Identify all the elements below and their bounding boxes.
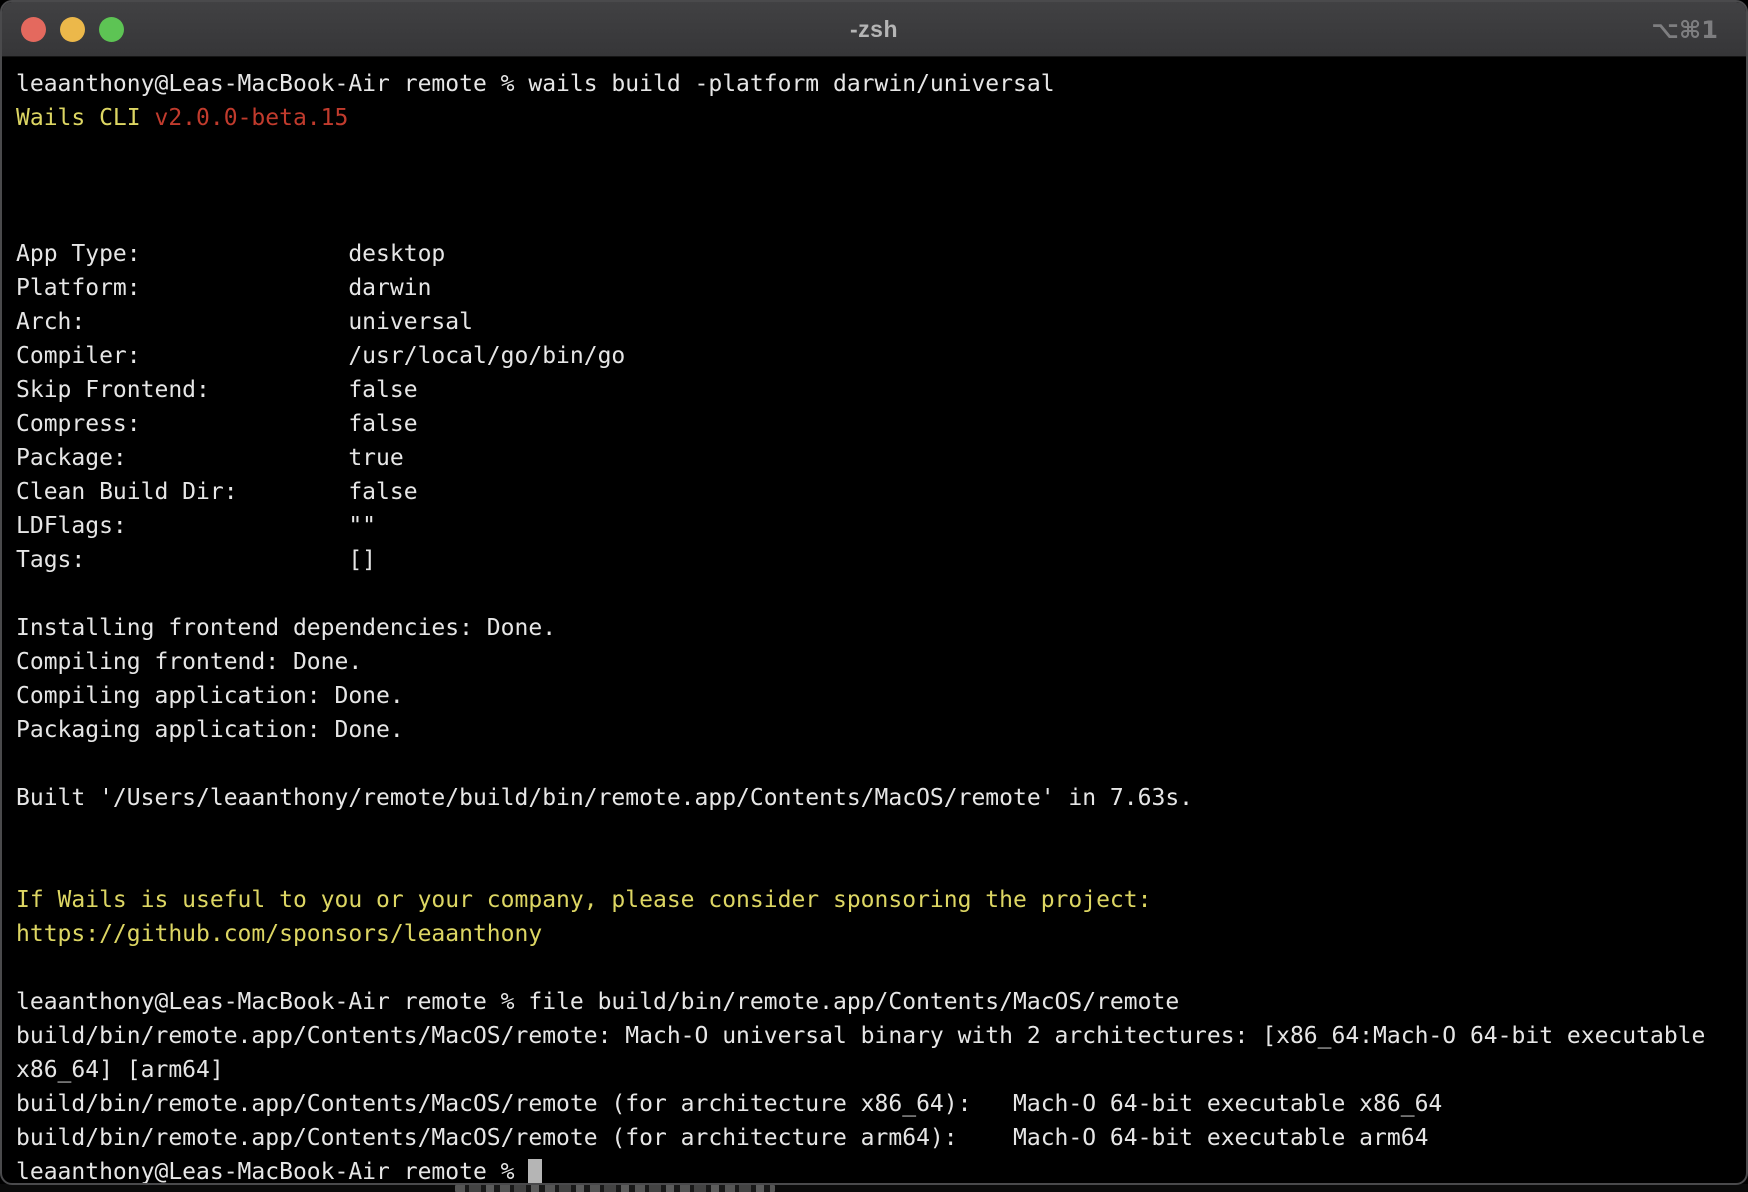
terminal-line: App Type: desktop — [16, 237, 1746, 271]
terminal-line: Compiling application: Done. — [16, 679, 1746, 713]
text-segment: x86_64] [arm64] — [16, 1057, 224, 1083]
text-segment: Built '/Users/leaanthony/remote/build/bi… — [16, 785, 1193, 811]
text-segment: Platform: darwin — [16, 275, 431, 301]
terminal-line: Built '/Users/leaanthony/remote/build/bi… — [16, 781, 1746, 815]
terminal-screen[interactable]: leaanthony@Leas-MacBook-Air remote % wai… — [2, 57, 1746, 1185]
terminal-line: Compiler: /usr/local/go/bin/go — [16, 339, 1746, 373]
text-segment: leaanthony@Leas-MacBook-Air remote % — [16, 1159, 528, 1185]
window-titlebar[interactable]: -zsh ⌥⌘1 — [2, 2, 1746, 57]
terminal-line: If Wails is useful to you or your compan… — [16, 883, 1746, 917]
text-segment: Compiler: /usr/local/go/bin/go — [16, 343, 625, 369]
text-segment: build/bin/remote.app/Contents/MacOS/remo… — [16, 1125, 1428, 1151]
terminal-line: Skip Frontend: false — [16, 373, 1746, 407]
window-title: -zsh — [850, 16, 898, 43]
terminal-line: Wails CLI v2.0.0-beta.15 — [16, 101, 1746, 135]
text-segment: leaanthony@Leas-MacBook-Air remote % wai… — [16, 71, 1055, 97]
terminal-window: -zsh ⌥⌘1 leaanthony@Leas-MacBook-Air rem… — [0, 0, 1748, 1185]
desktop: -zsh ⌥⌘1 leaanthony@Leas-MacBook-Air rem… — [0, 0, 1748, 1192]
terminal-line — [16, 169, 1746, 203]
text-segment: Compiling frontend: Done. — [16, 649, 362, 675]
text-segment: v2.0.0-beta.15 — [154, 105, 348, 131]
terminal-line — [16, 135, 1746, 169]
text-segment: Arch: universal — [16, 309, 473, 335]
terminal-line: https://github.com/sponsors/leaanthony — [16, 917, 1746, 951]
terminal-line — [16, 577, 1746, 611]
terminal-line: leaanthony@Leas-MacBook-Air remote % fil… — [16, 985, 1746, 1019]
terminal-line: build/bin/remote.app/Contents/MacOS/remo… — [16, 1121, 1746, 1155]
tab-shortcut-badge: ⌥⌘1 — [1651, 16, 1718, 44]
terminal-line: Package: true — [16, 441, 1746, 475]
background-window-sliver — [0, 1184, 1748, 1192]
text-segment: Package: true — [16, 445, 404, 471]
minimize-button[interactable] — [60, 17, 85, 42]
text-segment: build/bin/remote.app/Contents/MacOS/remo… — [16, 1091, 1442, 1117]
terminal-line — [16, 951, 1746, 985]
text-segment: Compress: false — [16, 411, 418, 437]
traffic-light-buttons — [21, 17, 124, 42]
text-segment: If Wails is useful to you or your compan… — [16, 887, 1151, 913]
text-segment: LDFlags: "" — [16, 513, 376, 539]
terminal-line — [16, 815, 1746, 849]
terminal-line: build/bin/remote.app/Contents/MacOS/remo… — [16, 1087, 1746, 1121]
text-segment: build/bin/remote.app/Contents/MacOS/remo… — [16, 1023, 1705, 1049]
text-segment: Packaging application: Done. — [16, 717, 404, 743]
background-window-text-fragment — [455, 1185, 775, 1192]
close-button[interactable] — [21, 17, 46, 42]
terminal-line — [16, 747, 1746, 781]
terminal-line: Tags: [] — [16, 543, 1746, 577]
cursor-block — [528, 1159, 542, 1185]
terminal-line: Platform: darwin — [16, 271, 1746, 305]
terminal-line: leaanthony@Leas-MacBook-Air remote % wai… — [16, 67, 1746, 101]
text-segment: Installing frontend dependencies: Done. — [16, 615, 556, 641]
zoom-button[interactable] — [99, 17, 124, 42]
terminal-line: LDFlags: "" — [16, 509, 1746, 543]
terminal-line — [16, 203, 1746, 237]
terminal-line: x86_64] [arm64] — [16, 1053, 1746, 1087]
terminal-line: Compiling frontend: Done. — [16, 645, 1746, 679]
terminal-line: Packaging application: Done. — [16, 713, 1746, 747]
text-segment: Clean Build Dir: false — [16, 479, 418, 505]
text-segment: Wails CLI — [16, 105, 154, 131]
text-segment: https://github.com/sponsors/leaanthony — [16, 921, 542, 947]
text-segment: App Type: desktop — [16, 241, 445, 267]
terminal-line: Installing frontend dependencies: Done. — [16, 611, 1746, 645]
text-segment: leaanthony@Leas-MacBook-Air remote % fil… — [16, 989, 1179, 1015]
terminal-line: Compress: false — [16, 407, 1746, 441]
text-segment: Skip Frontend: false — [16, 377, 418, 403]
terminal-line: Arch: universal — [16, 305, 1746, 339]
terminal-line: build/bin/remote.app/Contents/MacOS/remo… — [16, 1019, 1746, 1053]
terminal-line: leaanthony@Leas-MacBook-Air remote % — [16, 1155, 1746, 1185]
text-segment: Tags: [] — [16, 547, 376, 573]
terminal-line — [16, 849, 1746, 883]
text-segment: Compiling application: Done. — [16, 683, 404, 709]
terminal-line: Clean Build Dir: false — [16, 475, 1746, 509]
